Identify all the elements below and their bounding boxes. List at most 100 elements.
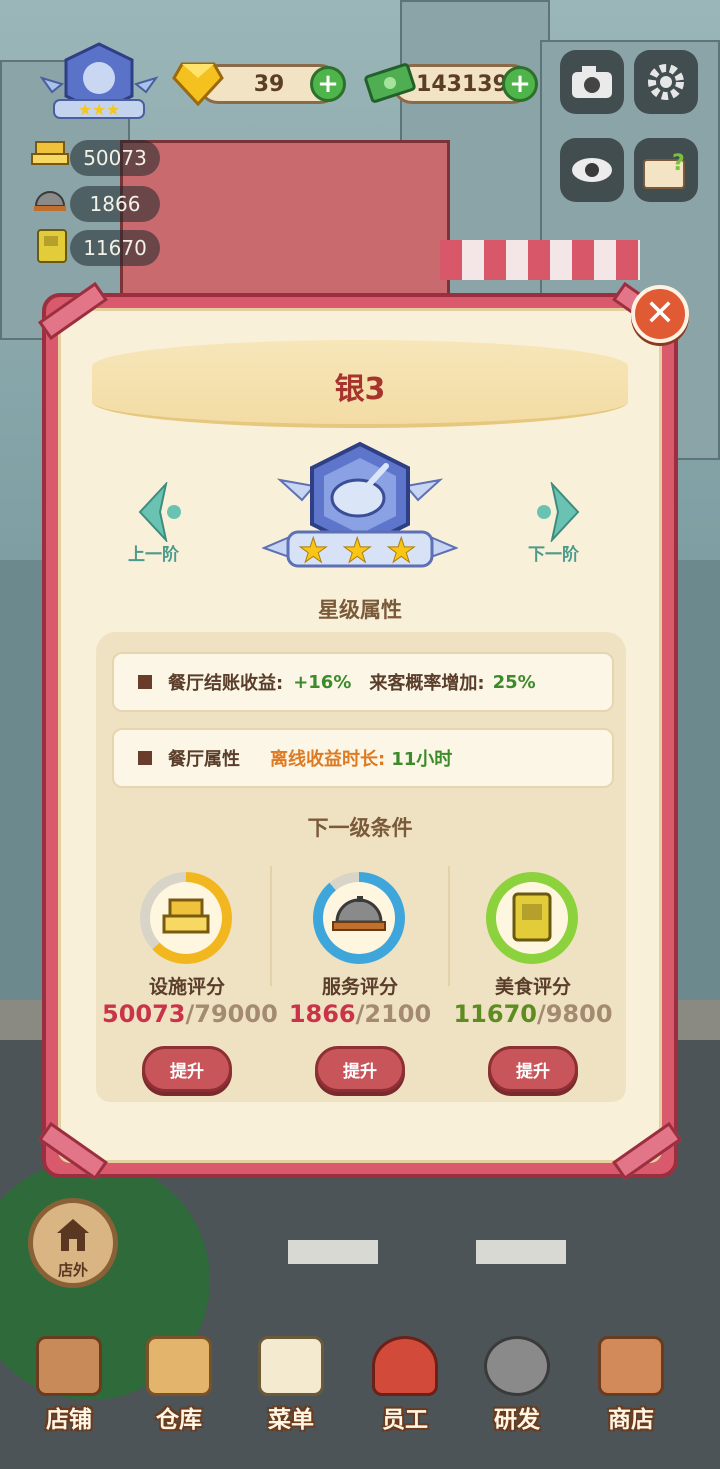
bullet <box>138 675 152 689</box>
facility-score-value: 50073 <box>83 146 147 170</box>
food-label: 美食评分 <box>494 976 571 998</box>
rank-badge-icon: ★ ★ ★ <box>261 441 459 572</box>
lane-marking <box>476 1240 566 1264</box>
nav-warehouse[interactable]: 仓库 <box>124 1326 234 1436</box>
camera-button[interactable] <box>560 50 624 114</box>
food-score-value: 11670 <box>83 236 147 260</box>
service-score-pill: 1866 <box>70 186 160 222</box>
upgrade-facility-button[interactable]: 提升 <box>142 1046 232 1092</box>
rank-emblem-icon: ★ ★ ★ <box>39 42 159 119</box>
ring-center <box>323 882 395 954</box>
service-progress-text: 1866/2100 <box>275 1000 445 1028</box>
nav-store-label: 店铺 <box>46 1407 92 1433</box>
service-condition: 服务评分 1866/2100 提升 <box>275 868 445 1098</box>
cash-icon <box>362 58 418 108</box>
camera-icon <box>572 66 612 98</box>
store-icon <box>598 1336 664 1396</box>
food-target: /9800 <box>536 1000 613 1028</box>
checkout-income-value: +16% <box>293 671 352 693</box>
bullet <box>138 751 152 765</box>
nav-menu-label: 菜单 <box>268 1407 314 1433</box>
nav-menu[interactable]: 菜单 <box>236 1326 346 1436</box>
food-score-pill: 11670 <box>70 230 160 266</box>
add-gems-button[interactable]: + <box>310 66 346 102</box>
facility-target: /79000 <box>185 1000 278 1028</box>
star-attributes-title: 星级属性 <box>318 598 402 622</box>
food-progress-text: 11670/9800 <box>448 1000 618 1028</box>
settings-button[interactable] <box>634 50 698 114</box>
ring-center <box>496 882 568 954</box>
offline-duration-label: 离线收益时长: <box>270 749 386 770</box>
svg-text:★: ★ <box>342 531 372 571</box>
food-condition: 美食评分 11670/9800 提升 <box>448 868 618 1098</box>
box-icon <box>146 1336 212 1396</box>
svg-text:★: ★ <box>386 531 416 571</box>
close-button[interactable]: ✕ <box>631 285 689 343</box>
facility-progress-text: 50073/79000 <box>102 1000 278 1028</box>
arrow-right-icon <box>537 480 580 544</box>
staff-icon <box>372 1336 438 1396</box>
nav-research[interactable]: 研发 <box>462 1326 572 1436</box>
silver-rank-badge: ★ ★ ★ <box>261 440 459 580</box>
add-cash-button[interactable]: + <box>502 66 538 102</box>
offline-duration-value: 11小时 <box>391 749 453 770</box>
storefront-icon <box>57 1219 89 1251</box>
nav-shop[interactable]: 商店 <box>576 1326 686 1436</box>
gem-count: 39 <box>253 71 285 97</box>
service-progress-ring <box>313 872 405 964</box>
outside-button[interactable]: 店外 <box>28 1198 118 1288</box>
nav-shop-label: 商店 <box>608 1407 654 1433</box>
facility-label: 设施评分 <box>148 976 225 998</box>
modal-title: 银3 <box>334 372 386 407</box>
guide-button[interactable]: ? <box>634 138 698 202</box>
shop-icon <box>36 1336 102 1396</box>
next-level-title: 下一级条件 <box>307 816 413 840</box>
next-rank-label[interactable]: 下一阶 <box>528 540 579 565</box>
upgrade-food-button[interactable]: 提升 <box>488 1046 578 1092</box>
rank-emblem[interactable]: ★ ★ ★ <box>34 40 164 126</box>
clipboard-icon <box>258 1336 324 1396</box>
book-help-icon: ? <box>643 151 685 189</box>
ring-center <box>150 882 222 954</box>
service-target: /2100 <box>355 1000 432 1028</box>
attribute-row-income: 餐厅结账收益: +16% 来客概率增加: 25% <box>112 652 614 712</box>
cloche-icon <box>332 896 386 931</box>
cash-count: 143139 <box>416 71 508 97</box>
next-rank-button[interactable] <box>534 480 582 544</box>
prev-rank-button[interactable] <box>136 480 184 544</box>
checkout-income-label: 餐厅结账收益: <box>168 673 284 694</box>
nav-staff[interactable]: 员工 <box>350 1326 460 1436</box>
gear-icon <box>648 64 684 100</box>
shop-awning <box>440 240 640 280</box>
recipe-book-icon <box>34 228 74 264</box>
prev-rank-label[interactable]: 上一阶 <box>128 540 179 565</box>
svg-text:★: ★ <box>78 100 92 119</box>
facility-icon <box>30 138 70 174</box>
eye-icon <box>572 158 612 182</box>
facility-icon <box>162 898 210 934</box>
food-progress-ring <box>486 872 578 964</box>
view-button[interactable] <box>560 138 624 202</box>
facility-score-pill: 50073 <box>70 140 160 176</box>
close-icon: ✕ <box>644 293 676 334</box>
attribute-row-offline: 餐厅属性 离线收益时长: 11小时 <box>112 728 614 788</box>
guest-chance-value: 25% <box>492 671 536 693</box>
guest-chance-label: 来客概率增加: <box>369 673 485 694</box>
service-score-value: 1866 <box>89 192 141 216</box>
arrow-left-icon <box>138 480 181 544</box>
cloche-icon <box>30 184 70 220</box>
svg-text:?: ? <box>672 151 685 176</box>
svg-text:★: ★ <box>298 531 328 571</box>
pot-icon <box>484 1336 550 1396</box>
upgrade-service-button[interactable]: 提升 <box>315 1046 405 1092</box>
nav-store[interactable]: 店铺 <box>14 1326 124 1436</box>
food-current: 11670 <box>453 1000 537 1028</box>
service-label: 服务评分 <box>321 976 398 998</box>
svg-text:★: ★ <box>92 100 106 119</box>
facility-current: 50073 <box>102 1000 186 1028</box>
gem-icon <box>172 58 224 108</box>
nav-warehouse-label: 仓库 <box>156 1407 202 1433</box>
lane-marking <box>288 1240 378 1264</box>
recipe-book-icon <box>512 892 552 942</box>
service-current: 1866 <box>288 1000 356 1028</box>
